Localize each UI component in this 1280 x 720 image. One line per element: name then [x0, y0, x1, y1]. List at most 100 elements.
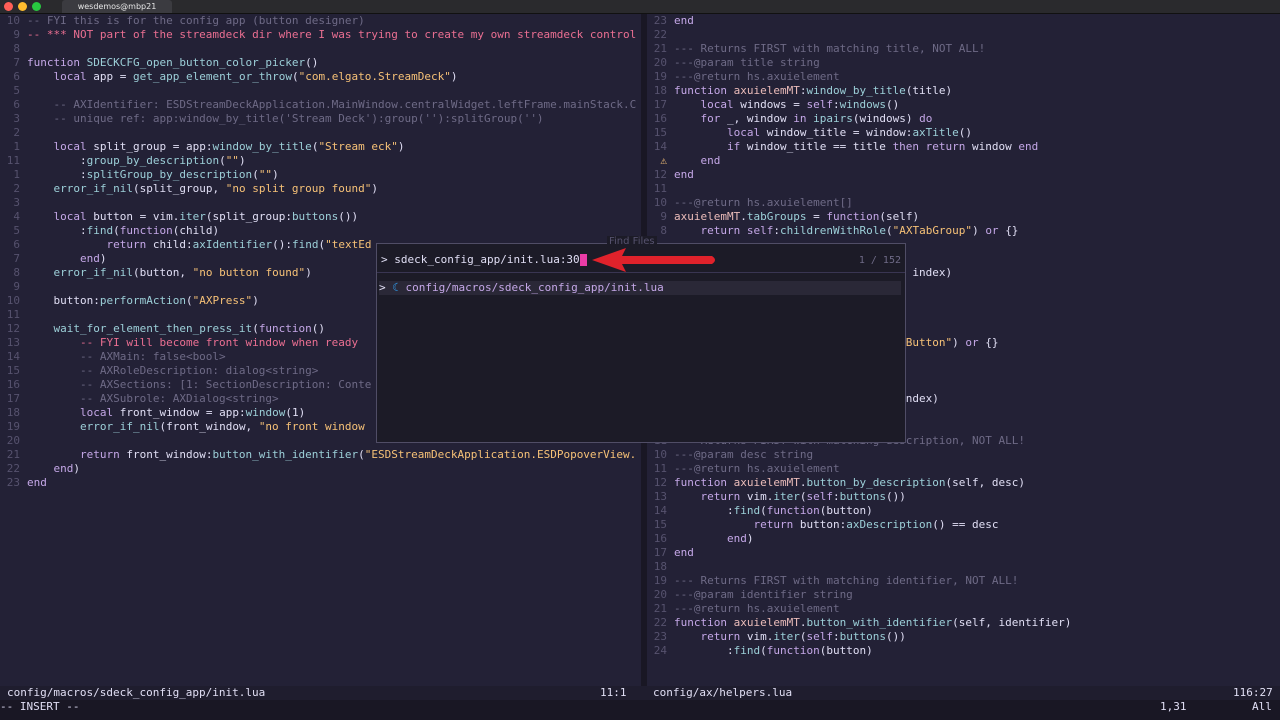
code-token: find [733, 644, 761, 657]
line-number: 20 [6, 434, 20, 447]
code-line[interactable]: 11 [647, 182, 1280, 196]
code-line[interactable]: 2 error_if_nil(split_group, "no split gr… [0, 182, 641, 196]
code-line[interactable]: 14 if window_title == title then return … [647, 140, 1280, 154]
code-token: () [305, 56, 319, 69]
line-number: 9 [13, 28, 20, 41]
code-token: button_by_description [806, 476, 946, 489]
code-token: ( [185, 294, 193, 307]
code-token: "AXPress" [192, 294, 253, 307]
code-token: () [311, 322, 326, 335]
code-line[interactable]: 20 ---@param identifier string [647, 588, 1280, 602]
code-token: button_with_identifier [212, 448, 359, 461]
picker-prompt[interactable]: > sdeck_config_app/init.lua:30 [381, 253, 587, 266]
code-line[interactable]: 24 :find(function(button) [647, 644, 1280, 658]
code-token: self [806, 98, 833, 111]
code-line[interactable]: 4 local button = vim.iter(split_group:bu… [0, 210, 641, 224]
line-number: 17 [653, 546, 667, 559]
code-token: ) [972, 224, 986, 237]
code-line[interactable]: 22 function axuielemMT.button_with_identi… [647, 616, 1280, 630]
code-line[interactable]: 2 [0, 126, 641, 140]
code-line[interactable]: 23 return vim.iter(self:buttons()) [647, 630, 1280, 644]
code-line[interactable]: 12 end [647, 168, 1280, 182]
picker-search-input[interactable]: sdeck_config_app/init.lua:30 [394, 253, 579, 266]
code-line[interactable]: 9 axuielemMT.tabGroups = function(self) [647, 210, 1280, 224]
code-line[interactable]: 14 :find(function(button) [647, 504, 1280, 518]
code-token: ) [952, 336, 966, 349]
code-token: (): [272, 238, 292, 251]
code-text: error_if_nil(button, "no button found") [27, 266, 312, 280]
code-token: -- AXMain: false<bool> [27, 350, 226, 363]
code-line[interactable]: 1 local split_group = app:window_by_titl… [0, 140, 641, 154]
code-line[interactable]: 21 ---@return hs.axuielement [647, 602, 1280, 616]
picker-result-item[interactable]: > ☾ config/macros/sdeck_config_app/init.… [379, 281, 901, 295]
code-token: ---@param desc string [674, 448, 814, 461]
code-token: "no split group found" [225, 182, 372, 195]
ruler-position: 1,31 [1160, 700, 1187, 713]
code-token: button: [27, 294, 100, 307]
code-line[interactable]: 13 return vim.iter(self:buttons()) [647, 490, 1280, 504]
code-line[interactable]: 21 --- Returns FIRST with matching title,… [647, 42, 1280, 56]
code-line[interactable]: 5 [0, 84, 641, 98]
code-line[interactable]: 19 ---@return hs.axuielement [647, 70, 1280, 84]
code-token: get_app_element_or_throw [133, 70, 292, 83]
code-line[interactable]: 15 local window_title = window:axTitle() [647, 126, 1280, 140]
code-line[interactable]: 18 function axuielemMT:window_by_title(ti… [647, 84, 1280, 98]
code-text: :group_by_description("") [27, 154, 246, 168]
code-text: error_if_nil(front_window, "no front win… [27, 420, 365, 434]
code-token: end [726, 532, 747, 545]
code-line[interactable]: 23 end [0, 476, 641, 490]
minimize-window-button[interactable] [18, 2, 27, 11]
code-line[interactable]: 18 [647, 560, 1280, 574]
line-number: 6 [13, 70, 20, 83]
code-line[interactable]: 7 function SDECKCFG_open_button_color_pic… [0, 56, 641, 70]
line-number: 10 [6, 14, 20, 27]
code-line[interactable]: 17 end [647, 546, 1280, 560]
code-line[interactable]: 10 ---@return hs.axuielement[] [647, 196, 1280, 210]
code-token: local [53, 70, 94, 83]
code-line[interactable]: 10 ---@param desc string [647, 448, 1280, 462]
code-line[interactable]: 20 ---@param title string [647, 56, 1280, 70]
line-number: 18 [653, 84, 667, 97]
code-line[interactable]: 19 --- Returns FIRST with matching identi… [647, 574, 1280, 588]
window-titlebar: wesdemos@mbp21 [0, 0, 1280, 14]
code-line[interactable]: 6 local app = get_app_element_or_throw("… [0, 70, 641, 84]
code-token: return [79, 448, 127, 461]
code-line[interactable]: 17 local windows = self:windows() [647, 98, 1280, 112]
line-number: 21 [653, 42, 667, 55]
code-line[interactable]: 1 :splitGroup_by_description("") [0, 168, 641, 182]
code-line[interactable]: 5 :find(function(child) [0, 224, 641, 238]
terminal-tab[interactable]: wesdemos@mbp21 [62, 0, 172, 13]
code-token: axDescription [846, 518, 933, 531]
code-line[interactable]: 11 ---@return hs.axuielement [647, 462, 1280, 476]
code-line[interactable]: 22 end) [0, 462, 641, 476]
code-line[interactable]: 8 return self:childrenWithRole("AXTabGro… [647, 224, 1280, 238]
code-line[interactable]: 11 :group_by_description("") [0, 154, 641, 168]
code-line[interactable]: 3 -- unique ref: app:window_by_title('St… [0, 112, 641, 126]
code-text: for _, window in ipairs(windows) do [674, 112, 933, 126]
code-line[interactable]: 12 function axuielemMT.button_by_descript… [647, 476, 1280, 490]
code-token: : [27, 168, 87, 181]
line-number: 12 [653, 168, 667, 181]
code-line[interactable]: 16 for _, window in ipairs(windows) do [647, 112, 1280, 126]
code-line[interactable]: 22 [647, 28, 1280, 42]
code-line[interactable]: 9 -- *** NOT part of the streamdeck dir w… [0, 28, 641, 42]
code-line[interactable]: 21 return front_window:button_with_ident… [0, 448, 641, 462]
code-text: -- *** NOT part of the streamdeck dir wh… [27, 28, 636, 42]
close-window-button[interactable] [4, 2, 13, 11]
code-line[interactable]: 23 end [647, 14, 1280, 28]
code-line[interactable]: 16 end) [647, 532, 1280, 546]
code-line[interactable]: 8 [0, 42, 641, 56]
code-line[interactable]: 3 [0, 196, 641, 210]
zoom-window-button[interactable] [32, 2, 41, 11]
code-line[interactable]: 6 -- AXIdentifier: ESDStreamDeckApplicat… [0, 98, 641, 112]
code-text: --- Returns FIRST with matching identifi… [674, 574, 1018, 588]
code-token: -- *** NOT part of the streamdeck dir wh… [27, 28, 637, 41]
code-line[interactable]: 15 return button:axDescription() == desc [647, 518, 1280, 532]
line-number: 11 [6, 308, 20, 321]
code-line[interactable]: 10 -- FYI this is for the config app (but… [0, 14, 641, 28]
code-line[interactable]: ⚠ end [647, 154, 1280, 168]
code-token: front_window: [126, 448, 213, 461]
